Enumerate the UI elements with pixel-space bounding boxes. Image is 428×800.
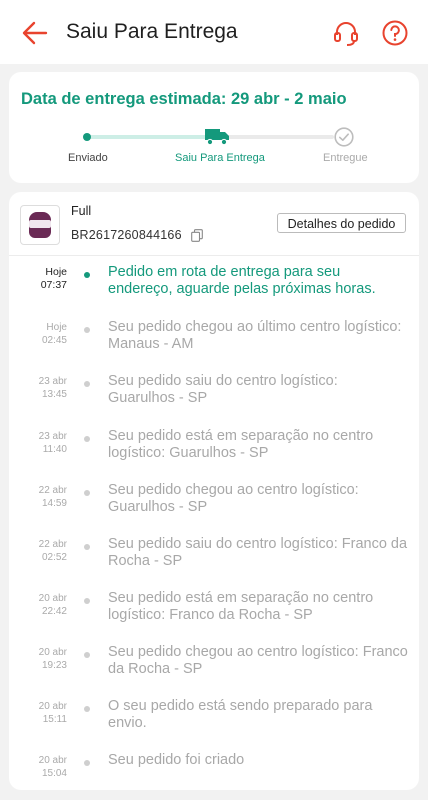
event-dot <box>84 706 90 712</box>
event-datetime: 20 abr 19:23 <box>9 646 67 672</box>
step-label-sent: Enviado <box>68 152 108 164</box>
event-time: 11:40 <box>42 444 67 455</box>
event-datetime: 23 abr 13:45 <box>9 375 67 401</box>
event-dot <box>84 381 90 387</box>
event-dot <box>84 272 90 278</box>
event-time: 14:59 <box>41 498 67 509</box>
event-description: Seu pedido está em separação no centro l… <box>108 590 374 623</box>
event-time: 15:11 <box>42 714 67 725</box>
event-date: Hoje <box>46 322 67 333</box>
event-description: Seu pedido saiu do centro logístico: Gua… <box>108 373 338 406</box>
copy-icon[interactable] <box>191 229 203 242</box>
event-description: Seu pedido chegou ao centro logístico: G… <box>108 482 359 515</box>
event-time: 07:37 <box>40 279 67 291</box>
event-description: Seu pedido chegou ao centro logístico: F… <box>108 644 408 677</box>
headset-icon[interactable] <box>332 19 360 47</box>
event-description: Pedido em rota de entrega para seu ender… <box>108 264 376 297</box>
event-datetime: 23 abr 11:40 <box>9 430 67 456</box>
event-datetime: Hoje 02:45 <box>9 321 67 347</box>
shipping-type: Full <box>71 204 92 218</box>
event-date: 20 abr <box>38 593 67 604</box>
product-thumbnail[interactable] <box>20 205 60 245</box>
event-description: Seu pedido está em separação no centro l… <box>108 428 374 461</box>
product-image-label <box>29 220 51 228</box>
truck-icon <box>205 129 229 146</box>
event-date: 23 abr <box>38 431 67 442</box>
progress-fill <box>87 135 211 139</box>
event-time: 02:52 <box>41 552 67 563</box>
event-date: 22 abr <box>38 485 67 496</box>
event-date: 20 abr <box>38 755 67 766</box>
check-circle-icon <box>334 127 354 147</box>
event-description: Seu pedido chegou ao último centro logís… <box>108 319 402 352</box>
divider <box>9 255 419 256</box>
event-time: 15:04 <box>41 768 67 779</box>
delivery-estimate: Data de entrega estimada: 29 abr - 2 mai… <box>21 90 347 108</box>
event-dot <box>84 327 90 333</box>
page-title: Saiu Para Entrega <box>66 20 238 43</box>
delivery-status-card: Data de entrega estimada: 29 abr - 2 mai… <box>9 72 419 183</box>
event-dot <box>84 760 90 766</box>
event-datetime: 20 abr 22:42 <box>9 592 67 618</box>
step-label-delivered: Entregue <box>323 152 368 164</box>
event-date: Hoje <box>45 266 67 278</box>
order-details-button[interactable]: Detalhes do pedido <box>277 213 406 233</box>
event-datetime: 20 abr 15:04 <box>9 754 67 780</box>
arrow-left-icon[interactable] <box>22 20 48 46</box>
event-datetime: 22 abr 02:52 <box>9 538 67 564</box>
event-date: 23 abr <box>38 376 67 387</box>
event-description: Seu pedido foi criado <box>108 752 245 768</box>
order-code: BR2617260844166 <box>71 228 182 242</box>
question-circle-icon[interactable] <box>381 19 409 47</box>
top-bar: Saiu Para Entrega <box>0 0 428 64</box>
event-time: 13:45 <box>41 389 67 400</box>
event-datetime: 22 abr 14:59 <box>9 484 67 510</box>
event-dot <box>84 544 90 550</box>
event-datetime: 20 abr 15:11 <box>9 700 67 726</box>
event-time: 02:45 <box>41 335 67 346</box>
event-time: 19:23 <box>41 660 67 671</box>
event-date: 20 abr <box>38 701 67 712</box>
event-dot <box>84 652 90 658</box>
event-date: 22 abr <box>38 539 67 550</box>
tracking-card: Full BR2617260844166 Detalhes do pedido … <box>9 192 419 790</box>
event-dot <box>84 598 90 604</box>
step-label-out-for-delivery: Saiu Para Entrega <box>175 152 265 164</box>
step-dot-sent <box>83 133 91 141</box>
event-dot <box>84 436 90 442</box>
event-dot <box>84 490 90 496</box>
event-date: 20 abr <box>38 647 67 658</box>
event-description: O seu pedido está sendo preparado para e… <box>108 698 373 731</box>
event-time: 22:42 <box>41 606 67 617</box>
event-description: Seu pedido saiu do centro logístico: Fra… <box>108 536 408 569</box>
event-datetime: Hoje 07:37 <box>9 266 67 292</box>
